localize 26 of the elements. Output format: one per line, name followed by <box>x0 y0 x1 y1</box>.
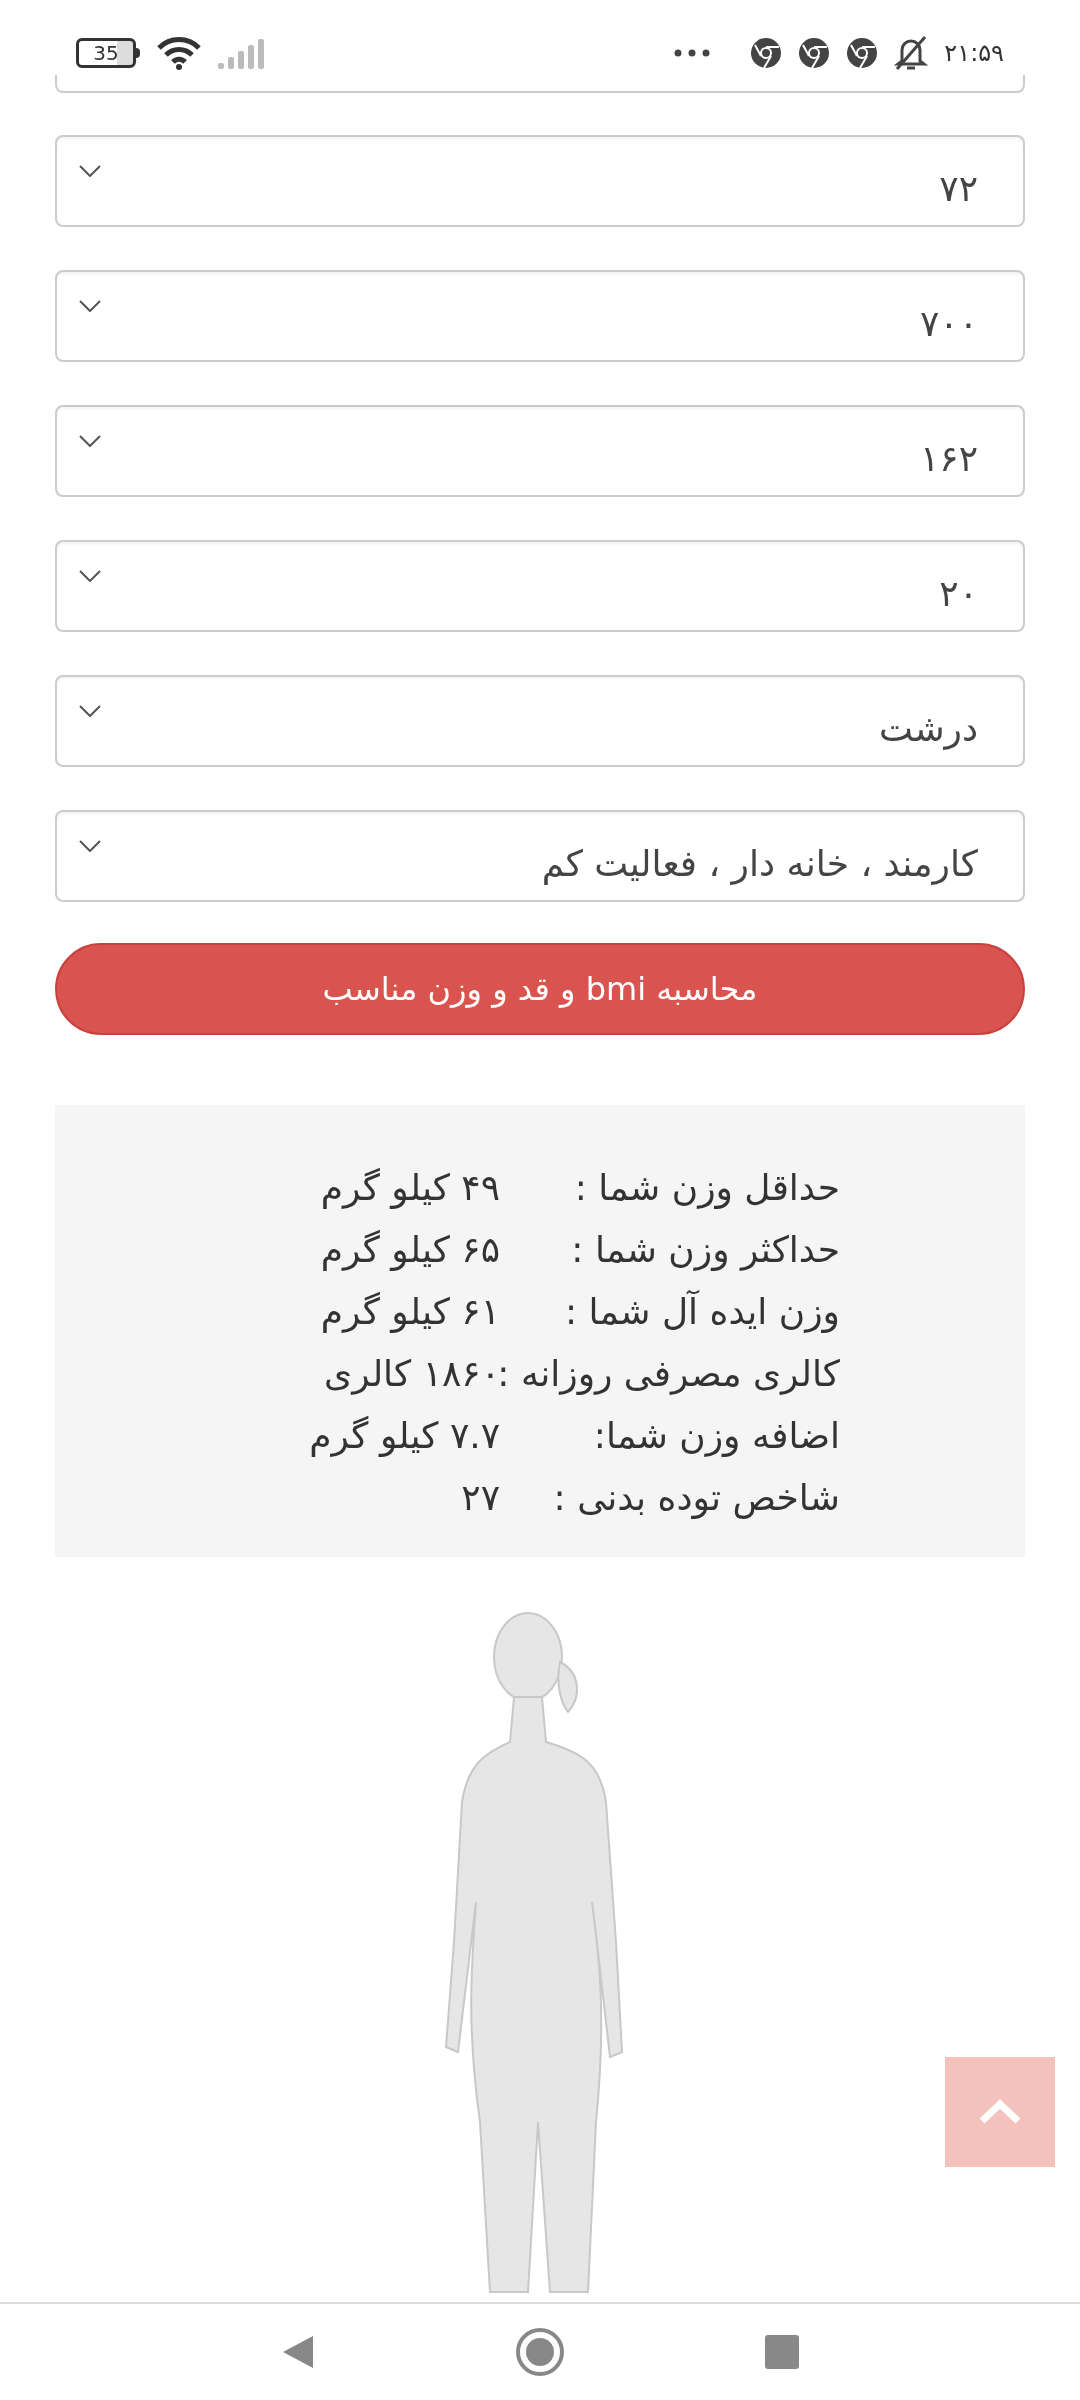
dropdown-field[interactable]: کارمند ، خانه دار ، فعالیت کم <box>55 810 1025 902</box>
result-label: وزن ایده آل شما : <box>564 1289 840 1335</box>
result-value: ۱۸۶۰ کالری <box>324 1352 500 1397</box>
dropdown-field[interactable]: ۱۶۲ <box>55 405 1025 497</box>
result-label: شاخص توده بدنی : <box>552 1476 840 1521</box>
result-label: حداقل وزن شما : <box>573 1166 840 1211</box>
dropdown-value: ۷۲ <box>939 167 978 211</box>
result-value: ۲۷ <box>461 1476 500 1520</box>
result-label: اضافه وزن شما: <box>592 1414 840 1459</box>
result-value: ۴۹ کیلو گرم <box>320 1166 500 1211</box>
dropdown-value: ۲۰ <box>939 572 978 616</box>
dropdown-field[interactable]: ۲۰ <box>55 540 1025 632</box>
result-label: حداکثر وزن شما : <box>570 1228 840 1273</box>
dropdown-value: درشت <box>879 707 978 752</box>
dropdown-field[interactable]: ۷۰۰ <box>55 270 1025 362</box>
dropdown-field[interactable]: ۷۲ <box>55 135 1025 227</box>
dropdown-field[interactable]: درشت <box>55 675 1025 767</box>
result-value: ۶۱ کیلو گرم <box>320 1290 500 1335</box>
dropdown-value: کارمند ، خانه دار ، فعالیت کم <box>541 842 978 887</box>
result-value: ۷.۷ کیلو گرم <box>309 1414 500 1459</box>
dropdown-value: ۱۶۲ <box>920 437 978 481</box>
result-label: کالری مصرفی روزانه : <box>500 1352 840 1397</box>
dropdown-value: ۷۰۰ <box>920 302 978 346</box>
result-value: ۶۵ کیلو گرم <box>320 1228 500 1273</box>
clock-time: ۲۱:۵۹ <box>944 37 1004 69</box>
calculate-button[interactable]: محاسبه bmi و قد و وزن مناسب <box>55 943 1025 1035</box>
